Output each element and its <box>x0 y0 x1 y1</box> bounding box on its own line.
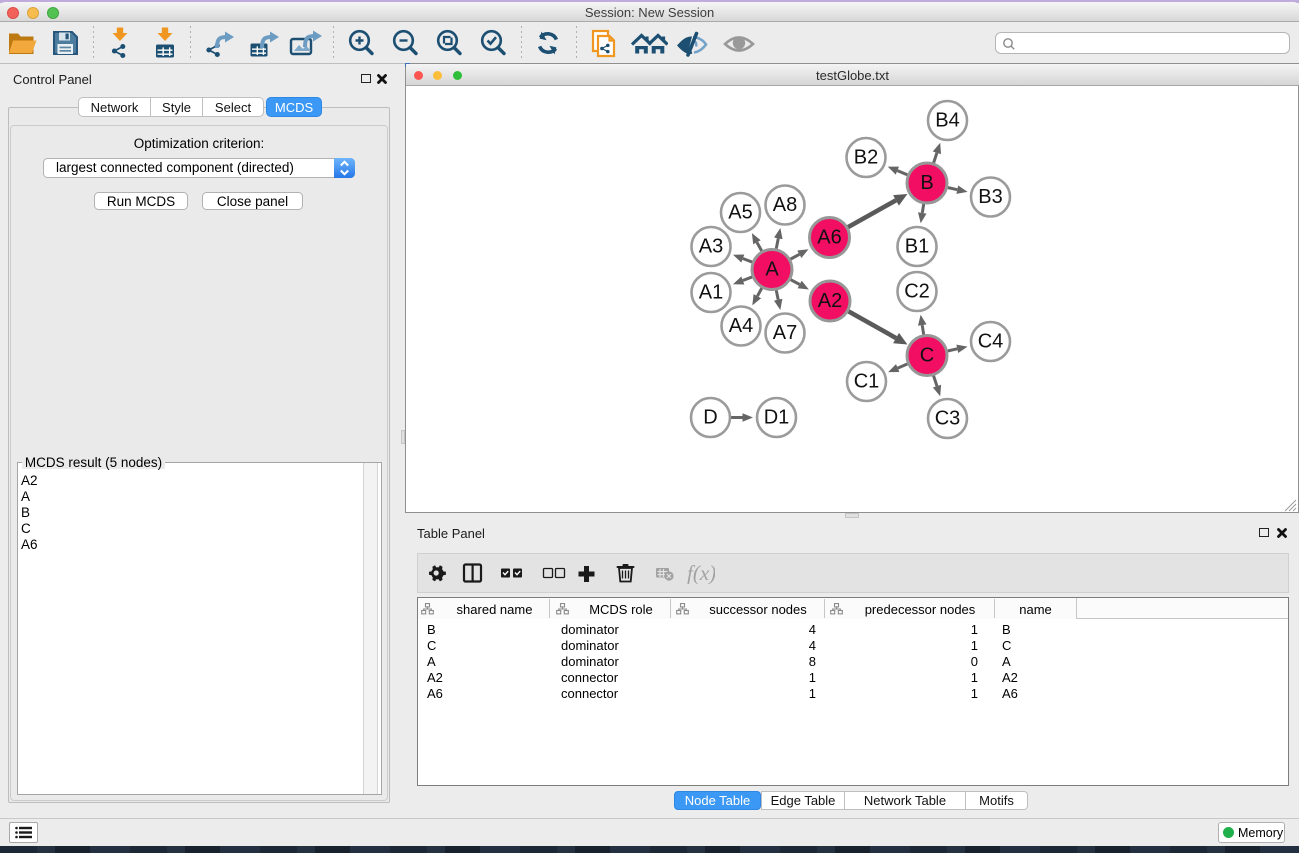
svg-text:B1: B1 <box>905 236 929 258</box>
svg-text:C: C <box>920 345 934 367</box>
svg-text:A2: A2 <box>818 290 842 312</box>
svg-text:C3: C3 <box>935 408 961 430</box>
svg-text:D1: D1 <box>764 407 790 429</box>
svg-text:B3: B3 <box>978 186 1002 208</box>
svg-text:A6: A6 <box>817 227 841 249</box>
svg-text:A3: A3 <box>699 236 723 258</box>
svg-text:B4: B4 <box>935 110 959 132</box>
svg-text:A: A <box>765 259 779 281</box>
svg-text:f(x): f(x) <box>687 562 715 584</box>
svg-text:C2: C2 <box>904 281 930 303</box>
svg-text:A4: A4 <box>729 315 753 337</box>
svg-text:C1: C1 <box>854 371 880 393</box>
svg-text:A7: A7 <box>773 322 797 344</box>
svg-text:B: B <box>920 172 933 194</box>
svg-text:A8: A8 <box>773 194 797 216</box>
svg-text:D: D <box>703 407 717 429</box>
svg-text:C4: C4 <box>978 331 1004 353</box>
svg-text:A5: A5 <box>728 202 752 224</box>
svg-text:A1: A1 <box>699 282 723 304</box>
svg-text:B2: B2 <box>854 147 878 169</box>
